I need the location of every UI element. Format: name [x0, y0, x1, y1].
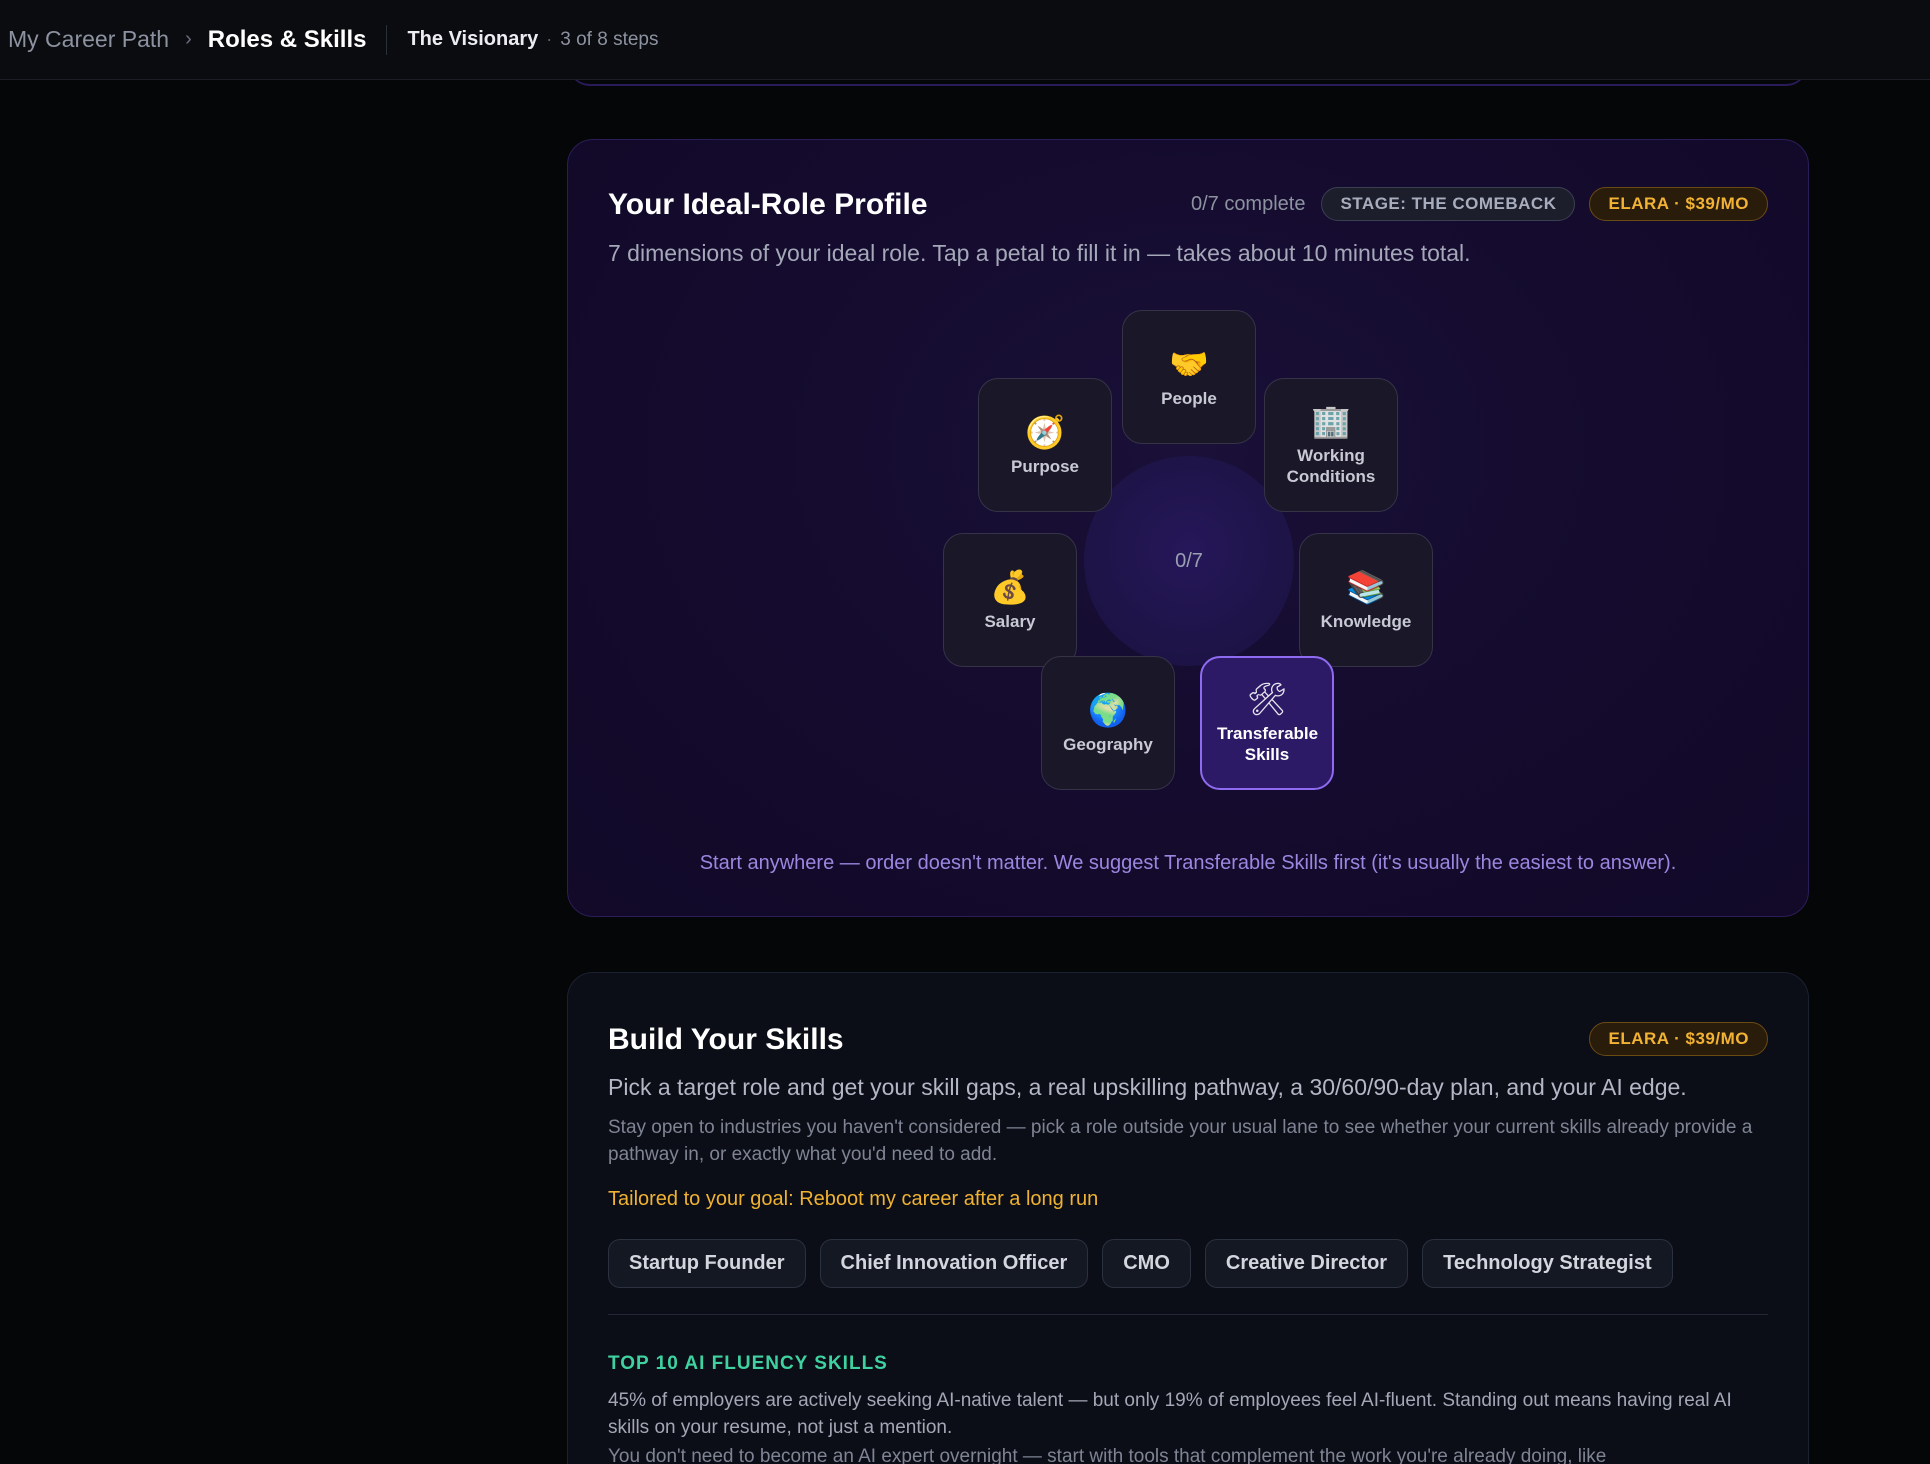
books-icon: 📚 [1346, 568, 1386, 605]
petal-flower: 0/7 🤝 People 🧭 Purpose 🏢 Working Conditi… [568, 140, 1808, 916]
top-bar: My Career Path › Roles & Skills The Visi… [0, 0, 1930, 80]
role-chip-creative-director[interactable]: Creative Director [1204, 1239, 1409, 1288]
petal-label: Salary [984, 611, 1036, 631]
petal-working-conditions[interactable]: 🏢 Working Conditions [1264, 378, 1398, 512]
target-role-chips: Startup Founder Chief Innovation Officer… [608, 1239, 1673, 1288]
ideal-role-profile-card: Your Ideal-Role Profile 0/7 complete STA… [567, 139, 1809, 917]
ai-fluency-text: 45% of employers are actively seeking AI… [608, 1390, 1732, 1438]
role-chip-chief-innovation-officer[interactable]: Chief Innovation Officer [819, 1239, 1089, 1288]
skills-title: Build Your Skills [608, 1023, 844, 1056]
chevron-right-icon: › [185, 28, 192, 50]
petal-label: People [1161, 388, 1217, 408]
petal-label: Transferable Skills [1217, 724, 1319, 764]
petal-hint: Start anywhere — order doesn't matter. W… [699, 852, 1677, 874]
petal-geography[interactable]: 🌍 Geography [1041, 656, 1175, 790]
section-divider [608, 1314, 1768, 1315]
compass-icon: 🧭 [1025, 413, 1065, 450]
skills-lead: Pick a target role and get your skill ga… [608, 1074, 1687, 1100]
ai-fluency-text-continued: You don't need to become an AI expert ov… [608, 1446, 1607, 1464]
petal-purpose[interactable]: 🧭 Purpose [978, 378, 1112, 512]
topbar-divider [386, 24, 388, 55]
breadcrumb-my-career-path[interactable]: My Career Path [8, 26, 169, 53]
petal-people[interactable]: 🤝 People [1122, 310, 1256, 444]
dot-separator: · [546, 29, 553, 49]
money-bag-icon: 💰 [990, 568, 1030, 605]
stage-name: The Visionary [407, 28, 539, 50]
petal-label: Working Conditions [1286, 446, 1376, 486]
build-your-skills-card: Build Your Skills ELARA · $39/MO Pick a … [567, 972, 1809, 1464]
ai-fluency-heading: TOP 10 AI FLUENCY SKILLS [608, 1353, 888, 1374]
petal-knowledge[interactable]: 📚 Knowledge [1299, 533, 1433, 667]
role-chip-technology-strategist[interactable]: Technology Strategist [1422, 1239, 1673, 1288]
progress-count: 0/7 [1175, 549, 1203, 572]
progress-center: 0/7 [1084, 456, 1294, 666]
breadcrumb-roles-skills: Roles & Skills [207, 25, 367, 53]
office-building-icon: 🏢 [1311, 403, 1351, 439]
elara-price-badge[interactable]: ELARA · $39/MO [1589, 1022, 1768, 1056]
skills-header-meta: ELARA · $39/MO [1589, 1022, 1768, 1056]
tailored-goal: Tailored to your goal: Reboot my career … [608, 1188, 1099, 1210]
petal-label: Geography [1063, 734, 1153, 754]
petal-salary[interactable]: 💰 Salary [943, 533, 1077, 667]
petal-transferable-skills[interactable]: 🛠 Transferable Skills [1200, 656, 1334, 790]
role-chip-cmo[interactable]: CMO [1102, 1239, 1191, 1288]
step-counter: 3 of 8 steps [560, 28, 659, 50]
role-chip-startup-founder[interactable]: Startup Founder [608, 1239, 806, 1288]
petal-label: Purpose [1010, 456, 1080, 476]
tools-icon: 🛠 [1246, 681, 1288, 717]
globe-icon: 🌍 [1088, 691, 1128, 728]
skills-description: Stay open to industries you haven't cons… [608, 1117, 1753, 1165]
handshake-icon: 🤝 [1169, 345, 1209, 382]
petal-label: Knowledge [1320, 611, 1412, 631]
